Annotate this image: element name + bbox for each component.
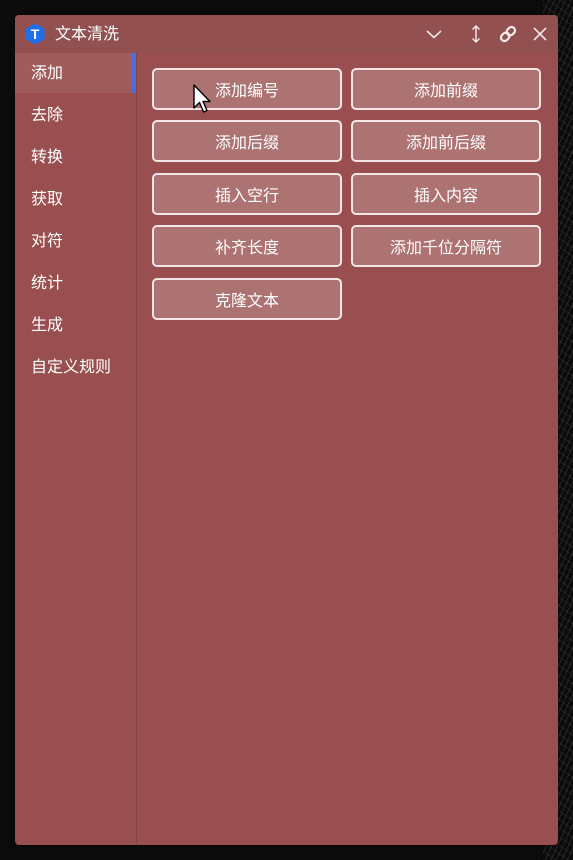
sidebar-item-remove[interactable]: 去除 [15,95,136,135]
insert-blank-line-button[interactable]: 插入空行 [152,173,342,215]
sidebar-item-extract[interactable]: 获取 [15,179,136,219]
sidebar: 添加 去除 转换 获取 对符 统计 生成 自定义规则 [15,53,137,845]
sidebar-item-label: 去除 [31,105,64,124]
close-button[interactable] [527,21,553,47]
sidebar-item-label: 转换 [31,147,64,166]
resize-vertical-button[interactable] [463,21,489,47]
insert-content-button[interactable]: 插入内容 [351,173,541,215]
clone-text-button[interactable]: 克隆文本 [152,278,342,320]
app-logo-icon: T [25,23,45,45]
add-thousands-separator-button[interactable]: 添加千位分隔符 [351,225,541,267]
sidebar-item-add[interactable]: 添加 [15,53,136,93]
sidebar-item-convert[interactable]: 转换 [15,137,136,177]
add-suffix-button[interactable]: 添加后缀 [152,120,342,162]
sidebar-item-label: 对符 [31,231,64,250]
chevron-down-icon [426,30,442,39]
add-prefix-button[interactable]: 添加前缀 [351,68,541,110]
sidebar-item-label: 统计 [31,273,64,292]
window-title: 文本清洗 [55,24,120,43]
close-icon [533,27,547,41]
sidebar-item-label: 生成 [31,315,64,334]
titlebar: T 文本清洗 [15,15,558,53]
mouse-pointer-icon [193,84,211,113]
collapse-button[interactable] [421,21,447,47]
sidebar-item-custom-rules[interactable]: 自定义规则 [15,347,136,387]
sidebar-item-generate[interactable]: 生成 [15,305,136,345]
resize-vertical-icon [471,24,481,44]
app-window: T 文本清洗 添加 去除 转换 获取 对符 统计 生成 自定义规则 添加编号 添… [15,15,558,845]
pad-length-button[interactable]: 补齐长度 [152,225,342,267]
sidebar-item-symbols[interactable]: 对符 [15,221,136,261]
sidebar-item-stats[interactable]: 统计 [15,263,136,303]
sidebar-item-label: 获取 [31,189,64,208]
active-indicator [132,53,135,93]
sidebar-item-label: 添加 [31,63,64,82]
app-logo-letter: T [31,26,40,42]
sidebar-item-label: 自定义规则 [31,357,112,376]
add-prefix-suffix-button[interactable]: 添加前后缀 [351,120,541,162]
link-icon [499,25,517,43]
pin-link-button[interactable] [495,21,521,47]
add-number-button[interactable]: 添加编号 [152,68,342,110]
